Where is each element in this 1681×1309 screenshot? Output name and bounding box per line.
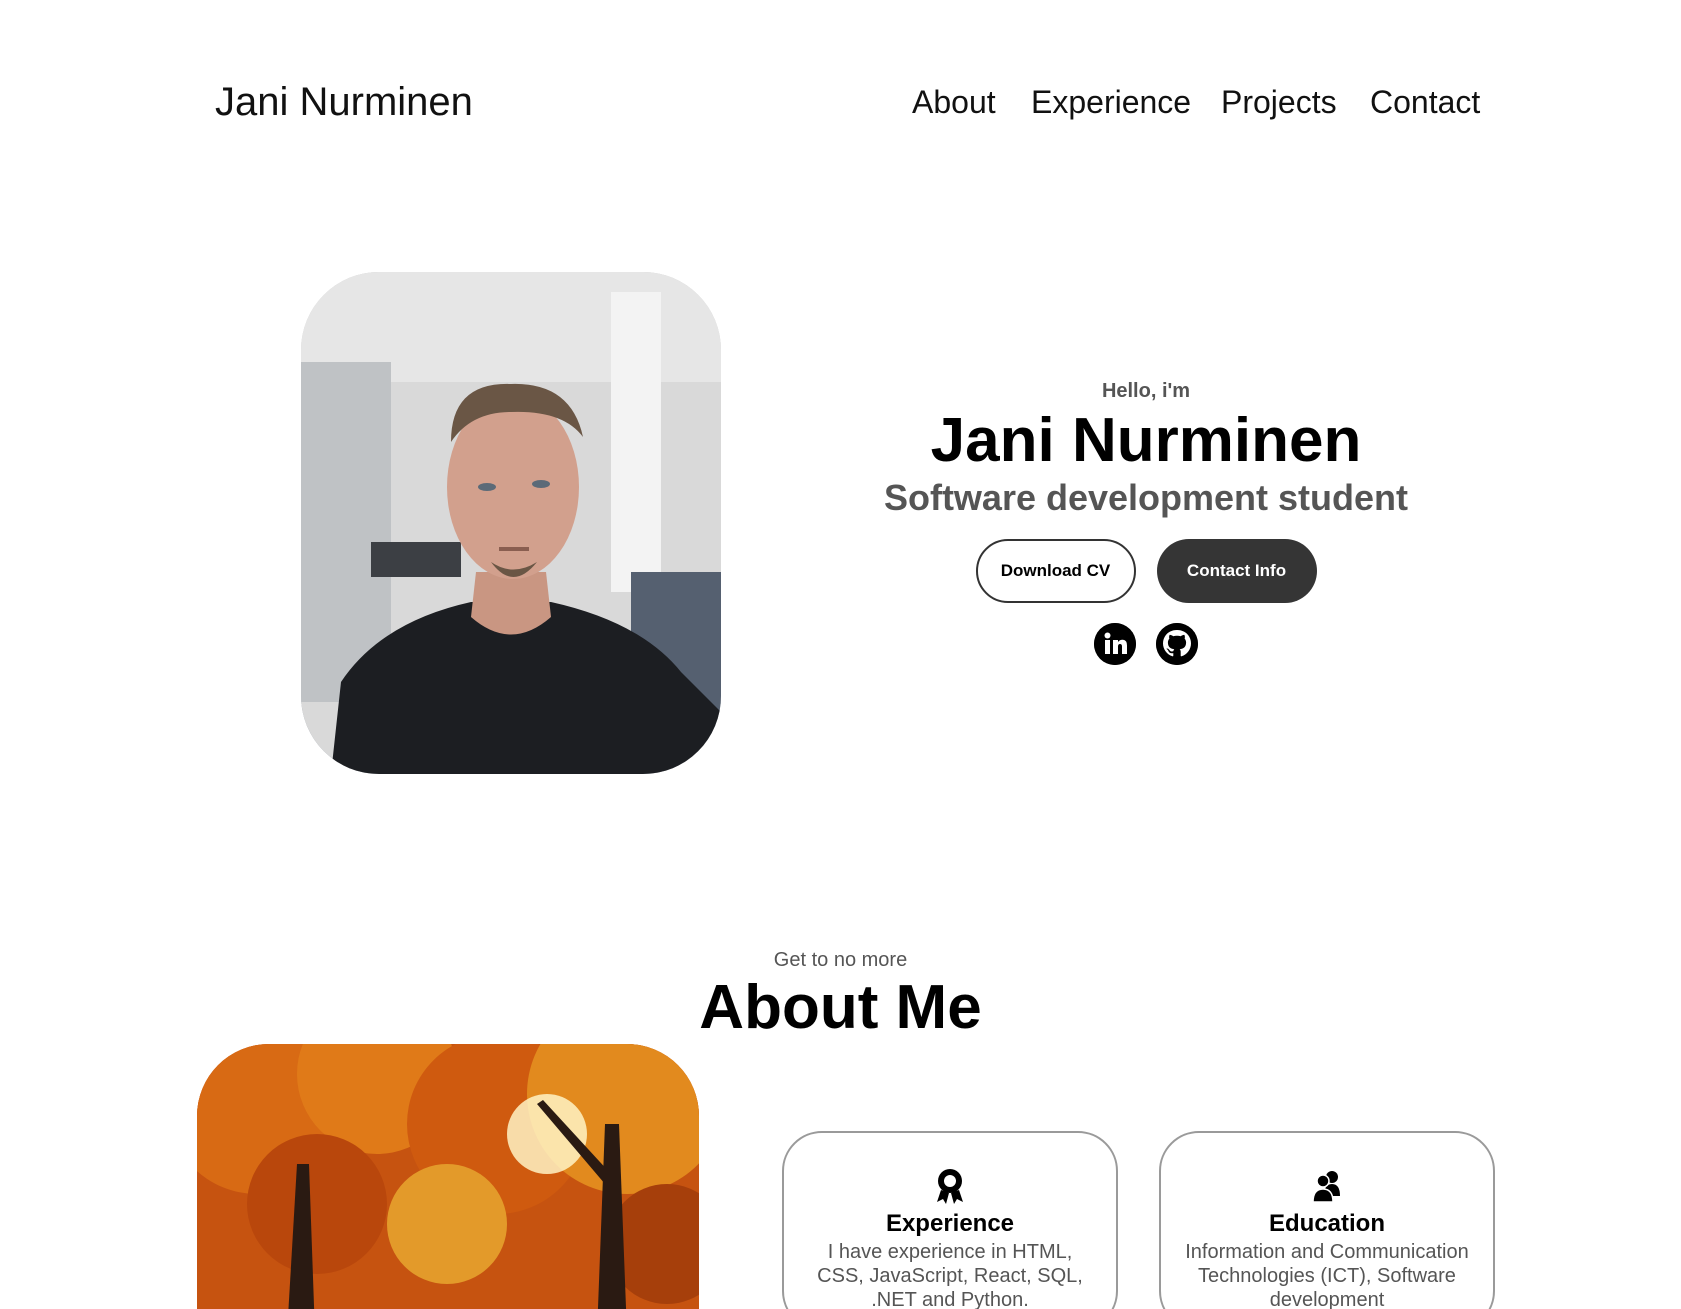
profile-photo xyxy=(301,272,721,774)
hero-section: Hello, i'm Jani Nurminen Software develo… xyxy=(840,380,1452,666)
experience-card: Experience I have experience in HTML, CS… xyxy=(782,1131,1118,1309)
hero-name: Jani Nurminen xyxy=(930,406,1362,475)
nav-link-contact[interactable]: Contact xyxy=(1370,84,1480,121)
portfolio-page: Jani Nurminen About Experience Projects … xyxy=(0,0,1681,1309)
education-card: Education Information and Communication … xyxy=(1159,1131,1495,1309)
hero-greeting: Hello, i'm xyxy=(1101,380,1191,402)
nav-link-projects[interactable]: Projects xyxy=(1221,84,1337,121)
autumn-trees-image xyxy=(197,1044,699,1309)
social-links xyxy=(840,623,1452,666)
hero-role: Software development student xyxy=(883,477,1409,519)
education-card-title: Education xyxy=(1268,1210,1385,1237)
education-card-text: Information and Communication Technologi… xyxy=(1185,1241,1469,1309)
experience-card-title: Experience xyxy=(885,1210,1015,1237)
experience-card-text: I have experience in HTML, CSS, JavaScri… xyxy=(817,1241,1083,1309)
users-icon xyxy=(1312,1168,1342,1204)
award-icon xyxy=(935,1168,965,1204)
site-logo[interactable]: Jani Nurminen xyxy=(215,80,473,125)
download-cv-button[interactable]: Download CV xyxy=(975,539,1136,604)
linkedin-icon[interactable] xyxy=(1094,623,1136,666)
hero-buttons: Download CV Contact Info xyxy=(840,539,1452,604)
contact-info-button[interactable]: Contact Info xyxy=(1156,539,1317,604)
nav-link-about[interactable]: About xyxy=(912,84,996,121)
about-title: About Me xyxy=(699,973,982,1042)
nav-link-experience[interactable]: Experience xyxy=(1031,84,1191,121)
about-subtitle: Get to no more xyxy=(773,949,908,971)
github-icon[interactable] xyxy=(1156,623,1198,666)
